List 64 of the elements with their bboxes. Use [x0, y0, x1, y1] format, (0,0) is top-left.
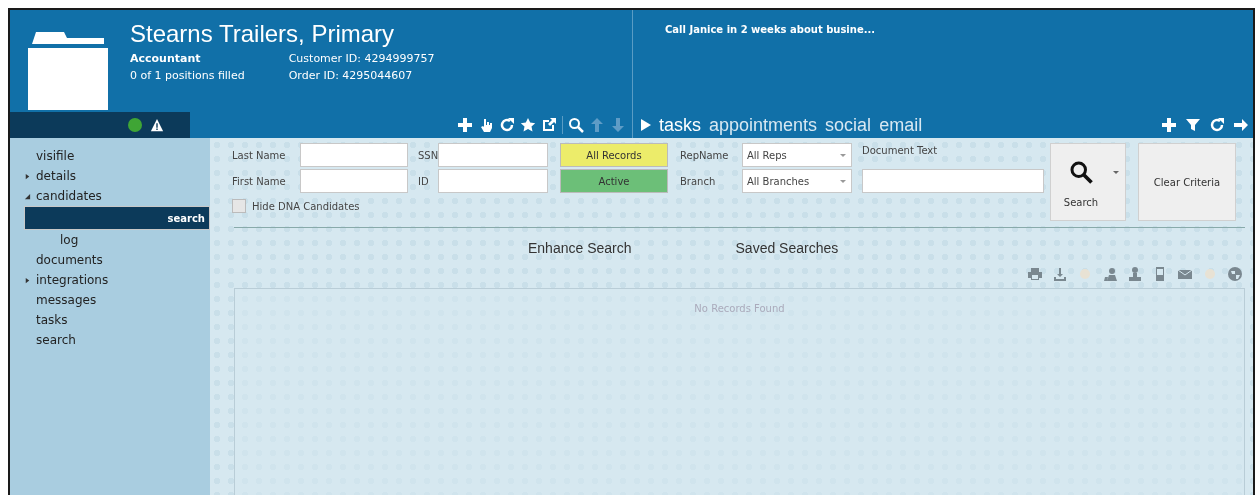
- sidebar-item[interactable]: search: [167, 212, 205, 224]
- positions-filled-text: 0 of 1 positions filled: [130, 68, 245, 84]
- customer-id-text: Customer ID: 4294999757: [288, 51, 435, 67]
- order-id-text: Order ID: 4295044607: [288, 68, 414, 84]
- empty-message: No Records Found: [694, 303, 785, 314]
- tab[interactable]: social: [825, 114, 872, 136]
- record-filter-button[interactable]: All Records: [560, 143, 668, 167]
- sidebar-item[interactable]: messages: [36, 293, 97, 307]
- refresh-icon[interactable]: [499, 117, 515, 133]
- rep-name-dropdown[interactable]: All Reps: [742, 143, 852, 167]
- field-label: First Name: [232, 175, 287, 187]
- link[interactable]: Enhance Search: [528, 240, 632, 256]
- last-name-field[interactable]: [300, 143, 408, 167]
- record-filter-button[interactable]: Active: [560, 169, 668, 193]
- link[interactable]: Saved Searches: [735, 240, 839, 256]
- sidebar-item[interactable]: visifile: [36, 149, 75, 163]
- warning-icon: [150, 118, 164, 132]
- people-icon[interactable]: [1102, 266, 1118, 282]
- field-label: Last Name: [232, 149, 287, 161]
- printer-icon[interactable]: [1027, 266, 1043, 282]
- sidebar-item[interactable]: tasks: [36, 313, 68, 327]
- sidebar-item[interactable]: details: [36, 169, 76, 183]
- sidebar-item[interactable]: log: [60, 233, 79, 247]
- sidebar-item[interactable]: candidates: [36, 189, 102, 203]
- first-name-field[interactable]: [300, 169, 408, 193]
- ssn-field[interactable]: [438, 143, 548, 167]
- tab[interactable]: tasks: [659, 114, 701, 136]
- id-field[interactable]: [438, 169, 548, 193]
- document-text-field[interactable]: [862, 169, 1044, 193]
- external-icon[interactable]: [541, 117, 557, 133]
- search-icon[interactable]: [568, 117, 584, 133]
- field-label: Document Text: [862, 144, 939, 158]
- person-icon[interactable]: [1127, 266, 1143, 282]
- field-label: Branch: [680, 175, 717, 187]
- sidebar-item[interactable]: documents: [36, 253, 103, 267]
- filter-icon[interactable]: [1185, 117, 1201, 133]
- sidebar-item[interactable]: integrations: [36, 273, 109, 287]
- export-icon[interactable]: [1052, 266, 1068, 282]
- tab[interactable]: email: [879, 114, 923, 136]
- clear-criteria-button[interactable]: Clear Criteria: [1138, 143, 1236, 221]
- search-button[interactable]: Search: [1050, 143, 1126, 221]
- record-title: Stearns Trailers, Primary: [130, 20, 396, 48]
- field-label: ID: [417, 175, 430, 187]
- note-text: Call Janice in 2 weeks about busine...: [664, 23, 877, 37]
- plus-icon[interactable]: [1161, 117, 1177, 133]
- folder-icon: [28, 30, 108, 110]
- branch-dropdown[interactable]: All Branches: [742, 169, 852, 193]
- caret-icon: [839, 151, 847, 159]
- caret-icon: [839, 177, 847, 185]
- plus-icon[interactable]: [457, 117, 473, 133]
- globe-icon[interactable]: [1227, 266, 1243, 282]
- position-text: Accountant: [130, 51, 202, 67]
- play-icon[interactable]: [641, 119, 651, 131]
- tab[interactable]: appointments: [709, 114, 818, 136]
- star-icon[interactable]: [520, 117, 536, 133]
- field-label: SSN: [417, 149, 438, 161]
- hide-dna-checkbox[interactable]: Hide DNA Candidates: [232, 199, 360, 213]
- caret-icon: [1112, 168, 1120, 176]
- arrow-icon[interactable]: [1233, 117, 1249, 133]
- sidebar-item[interactable]: search: [36, 333, 76, 347]
- refresh-icon[interactable]: [1209, 117, 1225, 133]
- search-icon: [1069, 160, 1093, 184]
- hand-icon[interactable]: [478, 117, 494, 133]
- field-label: RepName: [680, 149, 730, 161]
